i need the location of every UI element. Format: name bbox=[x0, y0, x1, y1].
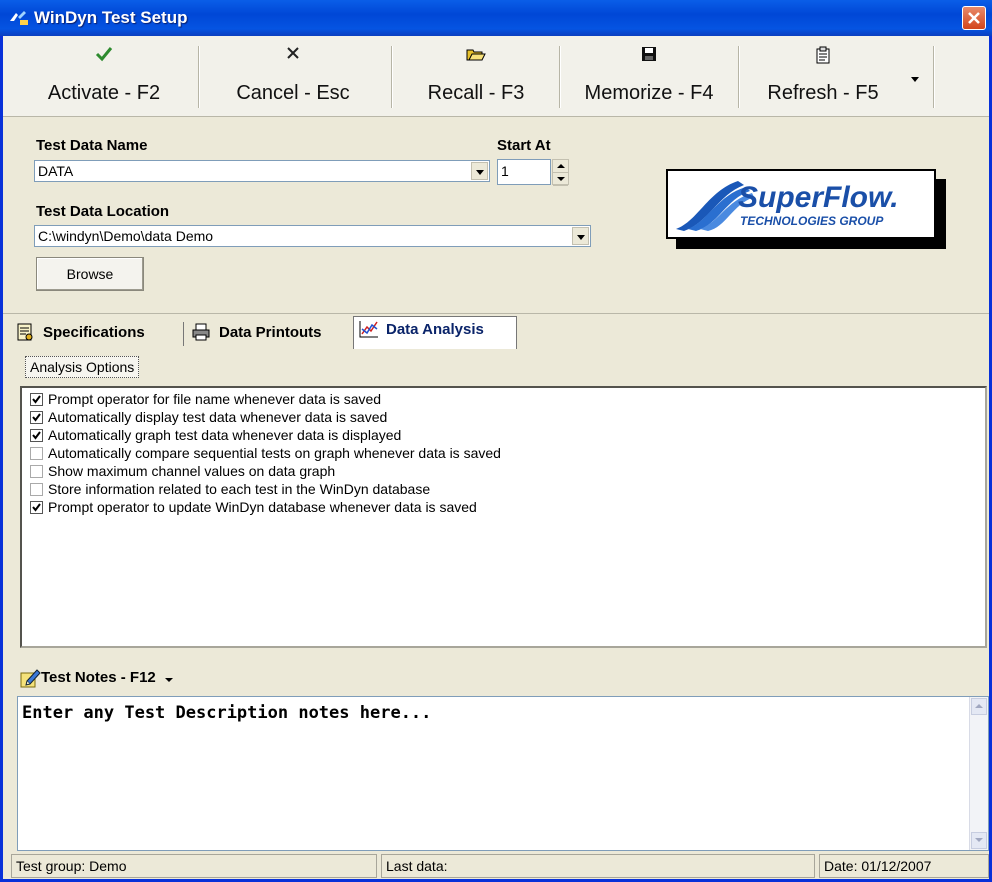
scroll-up-icon[interactable] bbox=[971, 698, 987, 715]
checkbox-unchecked[interactable] bbox=[30, 483, 43, 496]
activate-button[interactable]: Activate - F2 bbox=[25, 38, 183, 112]
chevron-down-icon[interactable] bbox=[572, 227, 589, 245]
option-label: Automatically compare sequential tests o… bbox=[48, 445, 501, 461]
checkbox-checked[interactable] bbox=[30, 429, 43, 442]
checkmark-icon bbox=[32, 395, 41, 404]
app-icon bbox=[10, 11, 28, 25]
floppy-disk-icon bbox=[642, 47, 656, 61]
refresh-label: Refresh - F5 bbox=[767, 82, 879, 104]
tab-divider bbox=[183, 322, 184, 346]
checkmark-icon bbox=[95, 47, 113, 62]
test-notes-text[interactable]: Enter any Test Description notes here... bbox=[22, 703, 431, 723]
tab-data-printouts-label: Data Printouts bbox=[219, 324, 322, 341]
tab-strip: Specifications Data Printouts Data Analy… bbox=[3, 313, 989, 350]
start-at-label: Start At bbox=[497, 137, 551, 154]
printer-icon bbox=[192, 323, 210, 341]
cancel-label: Cancel - Esc bbox=[236, 82, 350, 104]
svg-text:SuperFlow.: SuperFlow. bbox=[738, 181, 899, 214]
activate-label: Activate - F2 bbox=[47, 82, 161, 104]
start-at-field[interactable]: 1 bbox=[497, 159, 551, 185]
open-folder-icon bbox=[466, 49, 486, 61]
test-data-name-label: Test Data Name bbox=[36, 137, 148, 154]
test-notes-header[interactable]: Test Notes - F12 bbox=[11, 664, 989, 694]
toolbar-overflow-chevron-icon[interactable] bbox=[911, 77, 919, 82]
graph-icon bbox=[359, 321, 378, 338]
option-label: Show maximum channel values on data grap… bbox=[48, 463, 336, 479]
close-button[interactable] bbox=[962, 6, 986, 30]
toolbar-separator bbox=[391, 46, 393, 108]
checkbox-unchecked[interactable] bbox=[30, 447, 43, 460]
option-label: Automatically graph test data whenever d… bbox=[48, 427, 402, 443]
checkbox-unchecked[interactable] bbox=[30, 465, 43, 478]
status-last-data: Last data: bbox=[381, 854, 815, 878]
option-label: Store information related to each test i… bbox=[48, 481, 431, 497]
toolbar: Activate - F2 Cancel - Esc Recall - F3 M… bbox=[3, 36, 989, 117]
refresh-button[interactable]: Refresh - F5 bbox=[748, 38, 898, 112]
notes-pencil-icon bbox=[20, 669, 41, 688]
spin-down-icon[interactable] bbox=[553, 173, 568, 186]
test-data-location-combo[interactable]: C:\windyn\Demo\data Demo bbox=[34, 225, 591, 247]
checkmark-icon bbox=[32, 413, 41, 422]
tab-data-analysis-label: Data Analysis bbox=[386, 321, 484, 338]
clipboard-icon bbox=[816, 46, 830, 64]
analysis-options-list: Prompt operator for file name whenever d… bbox=[20, 386, 987, 648]
tab-data-printouts[interactable]: Data Printouts bbox=[187, 320, 349, 348]
toolbar-separator bbox=[933, 46, 935, 108]
close-icon bbox=[968, 12, 980, 24]
test-notes-title: Test Notes - F12 bbox=[41, 669, 156, 686]
status-bar: Test group: Demo Last data: Date: 01/12/… bbox=[11, 852, 989, 880]
x-icon bbox=[287, 47, 299, 59]
test-data-name-value: DATA bbox=[38, 163, 74, 179]
cancel-button[interactable]: Cancel - Esc bbox=[208, 38, 378, 112]
app-window: WinDyn Test Setup Activate - F2 Cancel -… bbox=[0, 0, 992, 882]
start-at-value: 1 bbox=[501, 163, 509, 179]
chevron-down-icon[interactable] bbox=[165, 678, 173, 682]
recall-label: Recall - F3 bbox=[427, 82, 525, 104]
test-data-name-combo[interactable]: DATA bbox=[34, 160, 490, 182]
browse-button[interactable]: Browse bbox=[36, 257, 144, 291]
spin-up-icon[interactable] bbox=[553, 160, 568, 173]
svg-text:TECHNOLOGIES GROUP: TECHNOLOGIES GROUP bbox=[740, 214, 884, 228]
chevron-down-icon[interactable] bbox=[471, 162, 488, 180]
window-title: WinDyn Test Setup bbox=[34, 8, 188, 27]
checkbox-checked[interactable] bbox=[30, 393, 43, 406]
checkbox-checked[interactable] bbox=[30, 501, 43, 514]
checkbox-checked[interactable] bbox=[30, 411, 43, 424]
option-label: Prompt operator to update WinDyn databas… bbox=[48, 499, 477, 515]
recall-button[interactable]: Recall - F3 bbox=[401, 38, 551, 112]
toolbar-separator bbox=[559, 46, 561, 108]
tab-specifications[interactable]: Specifications bbox=[11, 320, 179, 348]
status-test-group: Test group: Demo bbox=[11, 854, 377, 878]
analysis-options-label[interactable]: Analysis Options bbox=[25, 356, 140, 378]
tab-data-analysis[interactable]: Data Analysis bbox=[353, 316, 517, 349]
superflow-logo-graphic: SuperFlow. TECHNOLOGIES GROUP bbox=[676, 181, 899, 231]
toolbar-separator bbox=[738, 46, 740, 108]
superflow-logo: SuperFlow. TECHNOLOGIES GROUP bbox=[666, 169, 936, 239]
test-notes-textarea[interactable]: Enter any Test Description notes here... bbox=[17, 696, 989, 851]
browse-label: Browse bbox=[66, 266, 114, 282]
checkmark-icon bbox=[32, 503, 41, 512]
notes-scrollbar[interactable] bbox=[969, 697, 988, 850]
memorize-label: Memorize - F4 bbox=[584, 82, 714, 104]
option-label: Automatically display test data whenever… bbox=[48, 409, 388, 425]
specifications-icon bbox=[17, 323, 33, 341]
test-data-location-label: Test Data Location bbox=[36, 203, 170, 220]
memorize-button[interactable]: Memorize - F4 bbox=[569, 38, 729, 112]
option-label: Prompt operator for file name whenever d… bbox=[48, 391, 382, 407]
status-date: Date: 01/12/2007 bbox=[819, 854, 989, 878]
test-data-location-value: C:\windyn\Demo\data Demo bbox=[38, 228, 214, 244]
toolbar-separator bbox=[198, 46, 200, 108]
checkmark-icon bbox=[32, 431, 41, 440]
tab-specifications-label: Specifications bbox=[43, 324, 145, 341]
title-bar[interactable]: WinDyn Test Setup bbox=[0, 0, 992, 36]
scroll-down-icon[interactable] bbox=[971, 832, 987, 849]
start-at-spinner[interactable]: 1 bbox=[497, 159, 569, 186]
form-area: Test Data Name DATA Start At 1 Test Data… bbox=[3, 117, 989, 313]
